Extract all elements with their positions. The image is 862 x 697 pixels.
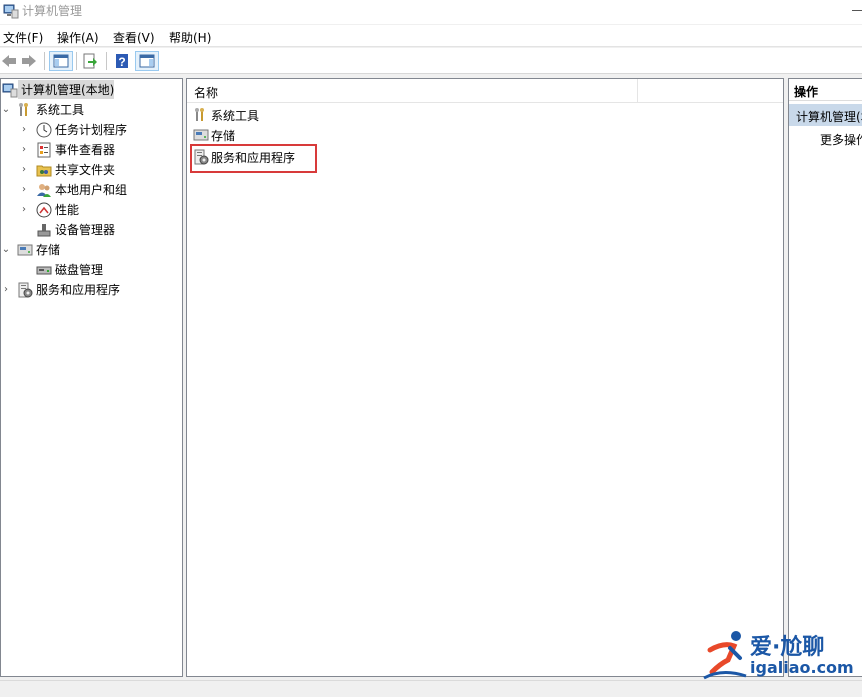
window-title: 计算机管理	[22, 4, 83, 18]
back-icon[interactable]	[0, 52, 18, 70]
menu-bar: 文件(F) 操作(A) 查看(V) 帮助(H)	[0, 25, 862, 47]
list-item-system-tools[interactable]: 系统工具	[193, 105, 259, 125]
toolbar-separator	[44, 52, 45, 70]
menu-view[interactable]: 查看(V)	[113, 29, 155, 46]
tree-item-storage[interactable]: ⌄ 存储	[1, 240, 60, 259]
users-icon	[36, 182, 52, 198]
tree-item-system-tools[interactable]: ⌄ 系统工具	[1, 100, 84, 119]
more-actions-link[interactable]: 更多操作	[820, 131, 862, 148]
runner-logo-icon	[700, 628, 750, 687]
tree-item-label: 磁盘管理	[55, 263, 104, 277]
services-icon	[17, 282, 33, 298]
minimize-button[interactable]	[852, 10, 862, 11]
help-icon[interactable]: ?	[112, 52, 132, 70]
watermark-url: igaliao.com	[750, 658, 854, 677]
tree-item-services-apps[interactable]: › 服务和应用程序	[1, 280, 120, 299]
tree-item-disk-management[interactable]: 磁盘管理	[1, 260, 103, 279]
computer-management-icon	[3, 3, 19, 22]
list-item-label: 存储	[211, 128, 236, 143]
tools-icon	[193, 107, 209, 123]
action-pane-icon[interactable]	[135, 51, 159, 71]
column-header-row: 名称	[187, 79, 783, 103]
tree-item-performance[interactable]: › 性能	[1, 200, 79, 219]
results-list: 名称 系统工具 存储 服务和应用程序	[186, 78, 784, 677]
tree-item-label: 存储	[36, 243, 61, 257]
column-header-name[interactable]: 名称	[194, 84, 218, 101]
chevron-right-icon[interactable]: ›	[19, 124, 29, 135]
storage-icon	[17, 242, 33, 258]
tree-item-label: 共享文件夹	[55, 163, 116, 177]
tree-item-label: 任务计划程序	[55, 123, 128, 137]
tree-item-task-scheduler[interactable]: › 任务计划程序	[1, 120, 127, 139]
tree-item-label: 系统工具	[36, 103, 85, 117]
tree-item-label: 服务和应用程序	[36, 283, 121, 297]
tree-item-event-viewer[interactable]: › 事件查看器	[1, 140, 115, 159]
tree-item-label: 设备管理器	[55, 223, 116, 237]
disk-management-icon	[36, 262, 52, 278]
chevron-right-icon[interactable]: ›	[19, 184, 29, 195]
clock-icon	[36, 122, 52, 138]
watermark-title: 爱·尬聊	[750, 635, 825, 660]
chevron-down-icon[interactable]: ⌄	[1, 104, 11, 115]
toolbar: ?	[0, 48, 862, 74]
tools-icon	[17, 102, 33, 118]
performance-icon	[36, 202, 52, 218]
highlight-annotation	[190, 144, 317, 173]
chevron-down-icon[interactable]: ⌄	[1, 244, 11, 255]
actions-selected-item[interactable]: 计算机管理(本地)	[789, 104, 862, 126]
tree-item-computer-management[interactable]: 计算机管理(本地)	[2, 80, 114, 99]
show-hide-tree-icon[interactable]	[49, 51, 73, 71]
tree-item-local-users[interactable]: › 本地用户和组	[1, 180, 127, 199]
tree-item-label: 本地用户和组	[55, 183, 128, 197]
forward-icon[interactable]	[20, 52, 38, 70]
storage-icon	[193, 127, 209, 143]
tree-item-label: 计算机管理(本地)	[21, 83, 115, 97]
tree-item-device-manager[interactable]: 设备管理器	[1, 220, 115, 239]
tree-item-label: 事件查看器	[55, 143, 116, 157]
toolbar-separator	[106, 52, 107, 70]
title-bar: 计算机管理	[0, 0, 862, 24]
actions-pane: 操作 计算机管理(本地) 更多操作	[788, 78, 862, 677]
chevron-right-icon[interactable]: ›	[1, 284, 11, 295]
list-item-label: 系统工具	[211, 108, 260, 123]
event-viewer-icon	[36, 142, 52, 158]
tree-item-label: 性能	[55, 203, 80, 217]
tree-item-shared-folders[interactable]: › 共享文件夹	[1, 160, 115, 179]
menu-help[interactable]: 帮助(H)	[169, 29, 211, 46]
shared-folder-icon	[36, 162, 52, 178]
export-icon[interactable]	[80, 52, 100, 70]
console-tree: 计算机管理(本地) ⌄ 系统工具 › 任务计划程序 › 事件查看器 › 共享文件…	[0, 78, 183, 677]
chevron-right-icon[interactable]: ›	[19, 164, 29, 175]
watermark-logo: 爱·尬聊 igaliao.com	[700, 626, 862, 686]
svg-text:?: ?	[118, 55, 125, 69]
menu-file[interactable]: 文件(F)	[3, 29, 43, 46]
list-item-storage[interactable]: 存储	[193, 125, 235, 145]
computer-management-icon	[2, 82, 18, 98]
actions-header: 操作	[789, 79, 862, 101]
column-divider[interactable]	[637, 79, 638, 103]
device-manager-icon	[36, 222, 52, 238]
chevron-right-icon[interactable]: ›	[19, 204, 29, 215]
chevron-right-icon[interactable]: ›	[19, 144, 29, 155]
menu-action[interactable]: 操作(A)	[57, 29, 99, 46]
toolbar-separator	[76, 52, 77, 70]
